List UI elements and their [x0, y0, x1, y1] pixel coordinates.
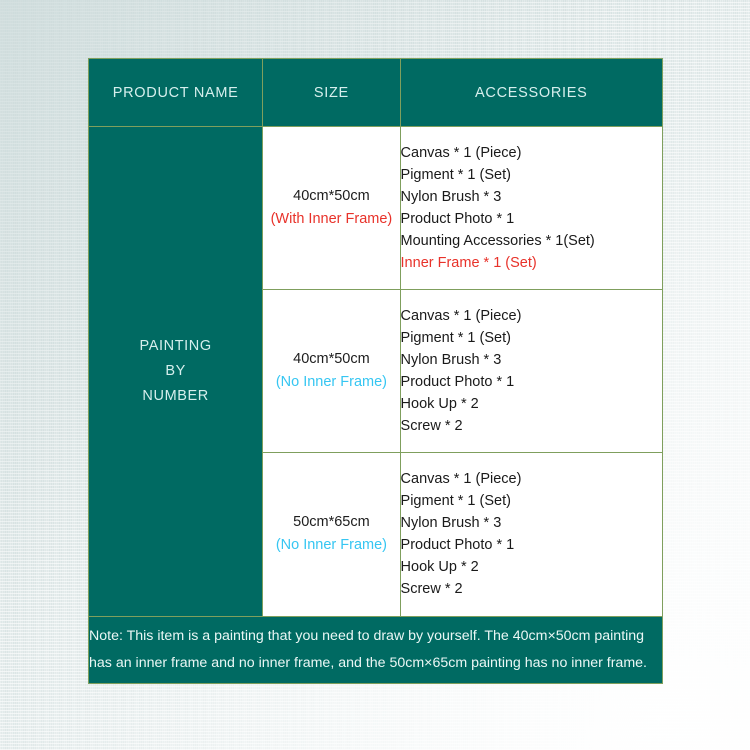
accessories-cell: Canvas * 1 (Piece) Pigment * 1 (Set) Nyl… [399, 125, 664, 291]
accessories-cell: Canvas * 1 (Piece) Pigment * 1 (Set) Nyl… [399, 289, 664, 454]
accessory-item-highlighted: Inner Frame * 1 (Set) [400, 255, 537, 272]
note-line-2: has an inner frame and no inner frame, a… [89, 654, 647, 671]
header-accessories: ACCESSORIES [399, 58, 664, 127]
size-cell: 40cm*50cm (With Inner Frame) [262, 125, 401, 291]
note-cell: Note: This item is a painting that you n… [88, 615, 663, 685]
size-frame-note: (No Inner Frame) [275, 537, 388, 554]
accessory-item: Nylon Brush * 3 [400, 352, 502, 369]
accessory-item: Nylon Brush * 3 [400, 189, 502, 206]
accessory-item: Pigment * 1 (Set) [400, 167, 511, 184]
product-specification-table: PRODUCT NAME SIZE ACCESSORIES PAINTING B… [87, 58, 664, 685]
size-dimension: 40cm*50cm [293, 188, 370, 205]
size-frame-note: (No Inner Frame) [275, 374, 388, 391]
accessory-item: Screw * 2 [400, 581, 463, 598]
product-name-line-2: BY [165, 362, 186, 379]
accessory-item: Mounting Accessories * 1(Set) [400, 233, 595, 250]
table-header-row: PRODUCT NAME SIZE ACCESSORIES [87, 58, 664, 127]
table-note-row: Note: This item is a painting that you n… [88, 615, 663, 685]
accessory-item: Canvas * 1 (Piece) [400, 471, 522, 488]
size-dimension: 50cm*65cm [293, 514, 370, 531]
size-dimension: 40cm*50cm [293, 351, 370, 368]
product-name-line-1: PAINTING [139, 337, 212, 354]
accessory-item: Product Photo * 1 [400, 211, 515, 228]
header-size: SIZE [262, 58, 401, 127]
size-cell: 50cm*65cm (No Inner Frame) [262, 452, 401, 617]
product-name-cell: PAINTING BY NUMBER [87, 126, 264, 617]
accessory-item: Hook Up * 2 [400, 559, 479, 576]
accessory-item: Pigment * 1 (Set) [400, 330, 511, 347]
product-name-line-3: NUMBER [142, 387, 209, 404]
note-line-1: Note: This item is a painting that you n… [89, 627, 645, 644]
accessory-item: Screw * 2 [400, 418, 463, 435]
accessory-item: Canvas * 1 (Piece) [400, 308, 522, 325]
size-cell: 40cm*50cm (No Inner Frame) [262, 289, 401, 454]
accessory-item: Product Photo * 1 [400, 374, 515, 391]
accessory-item: Canvas * 1 (Piece) [400, 145, 522, 162]
accessory-item: Pigment * 1 (Set) [400, 493, 511, 510]
header-product-name: PRODUCT NAME [87, 58, 264, 127]
accessory-item: Product Photo * 1 [400, 537, 515, 554]
table-row: PAINTING BY NUMBER 40cm*50cm (With Inner… [87, 125, 664, 617]
accessory-item: Hook Up * 2 [400, 396, 479, 413]
size-frame-note: (With Inner Frame) [270, 211, 393, 228]
accessory-item: Nylon Brush * 3 [400, 515, 502, 532]
accessories-cell: Canvas * 1 (Piece) Pigment * 1 (Set) Nyl… [399, 452, 664, 617]
